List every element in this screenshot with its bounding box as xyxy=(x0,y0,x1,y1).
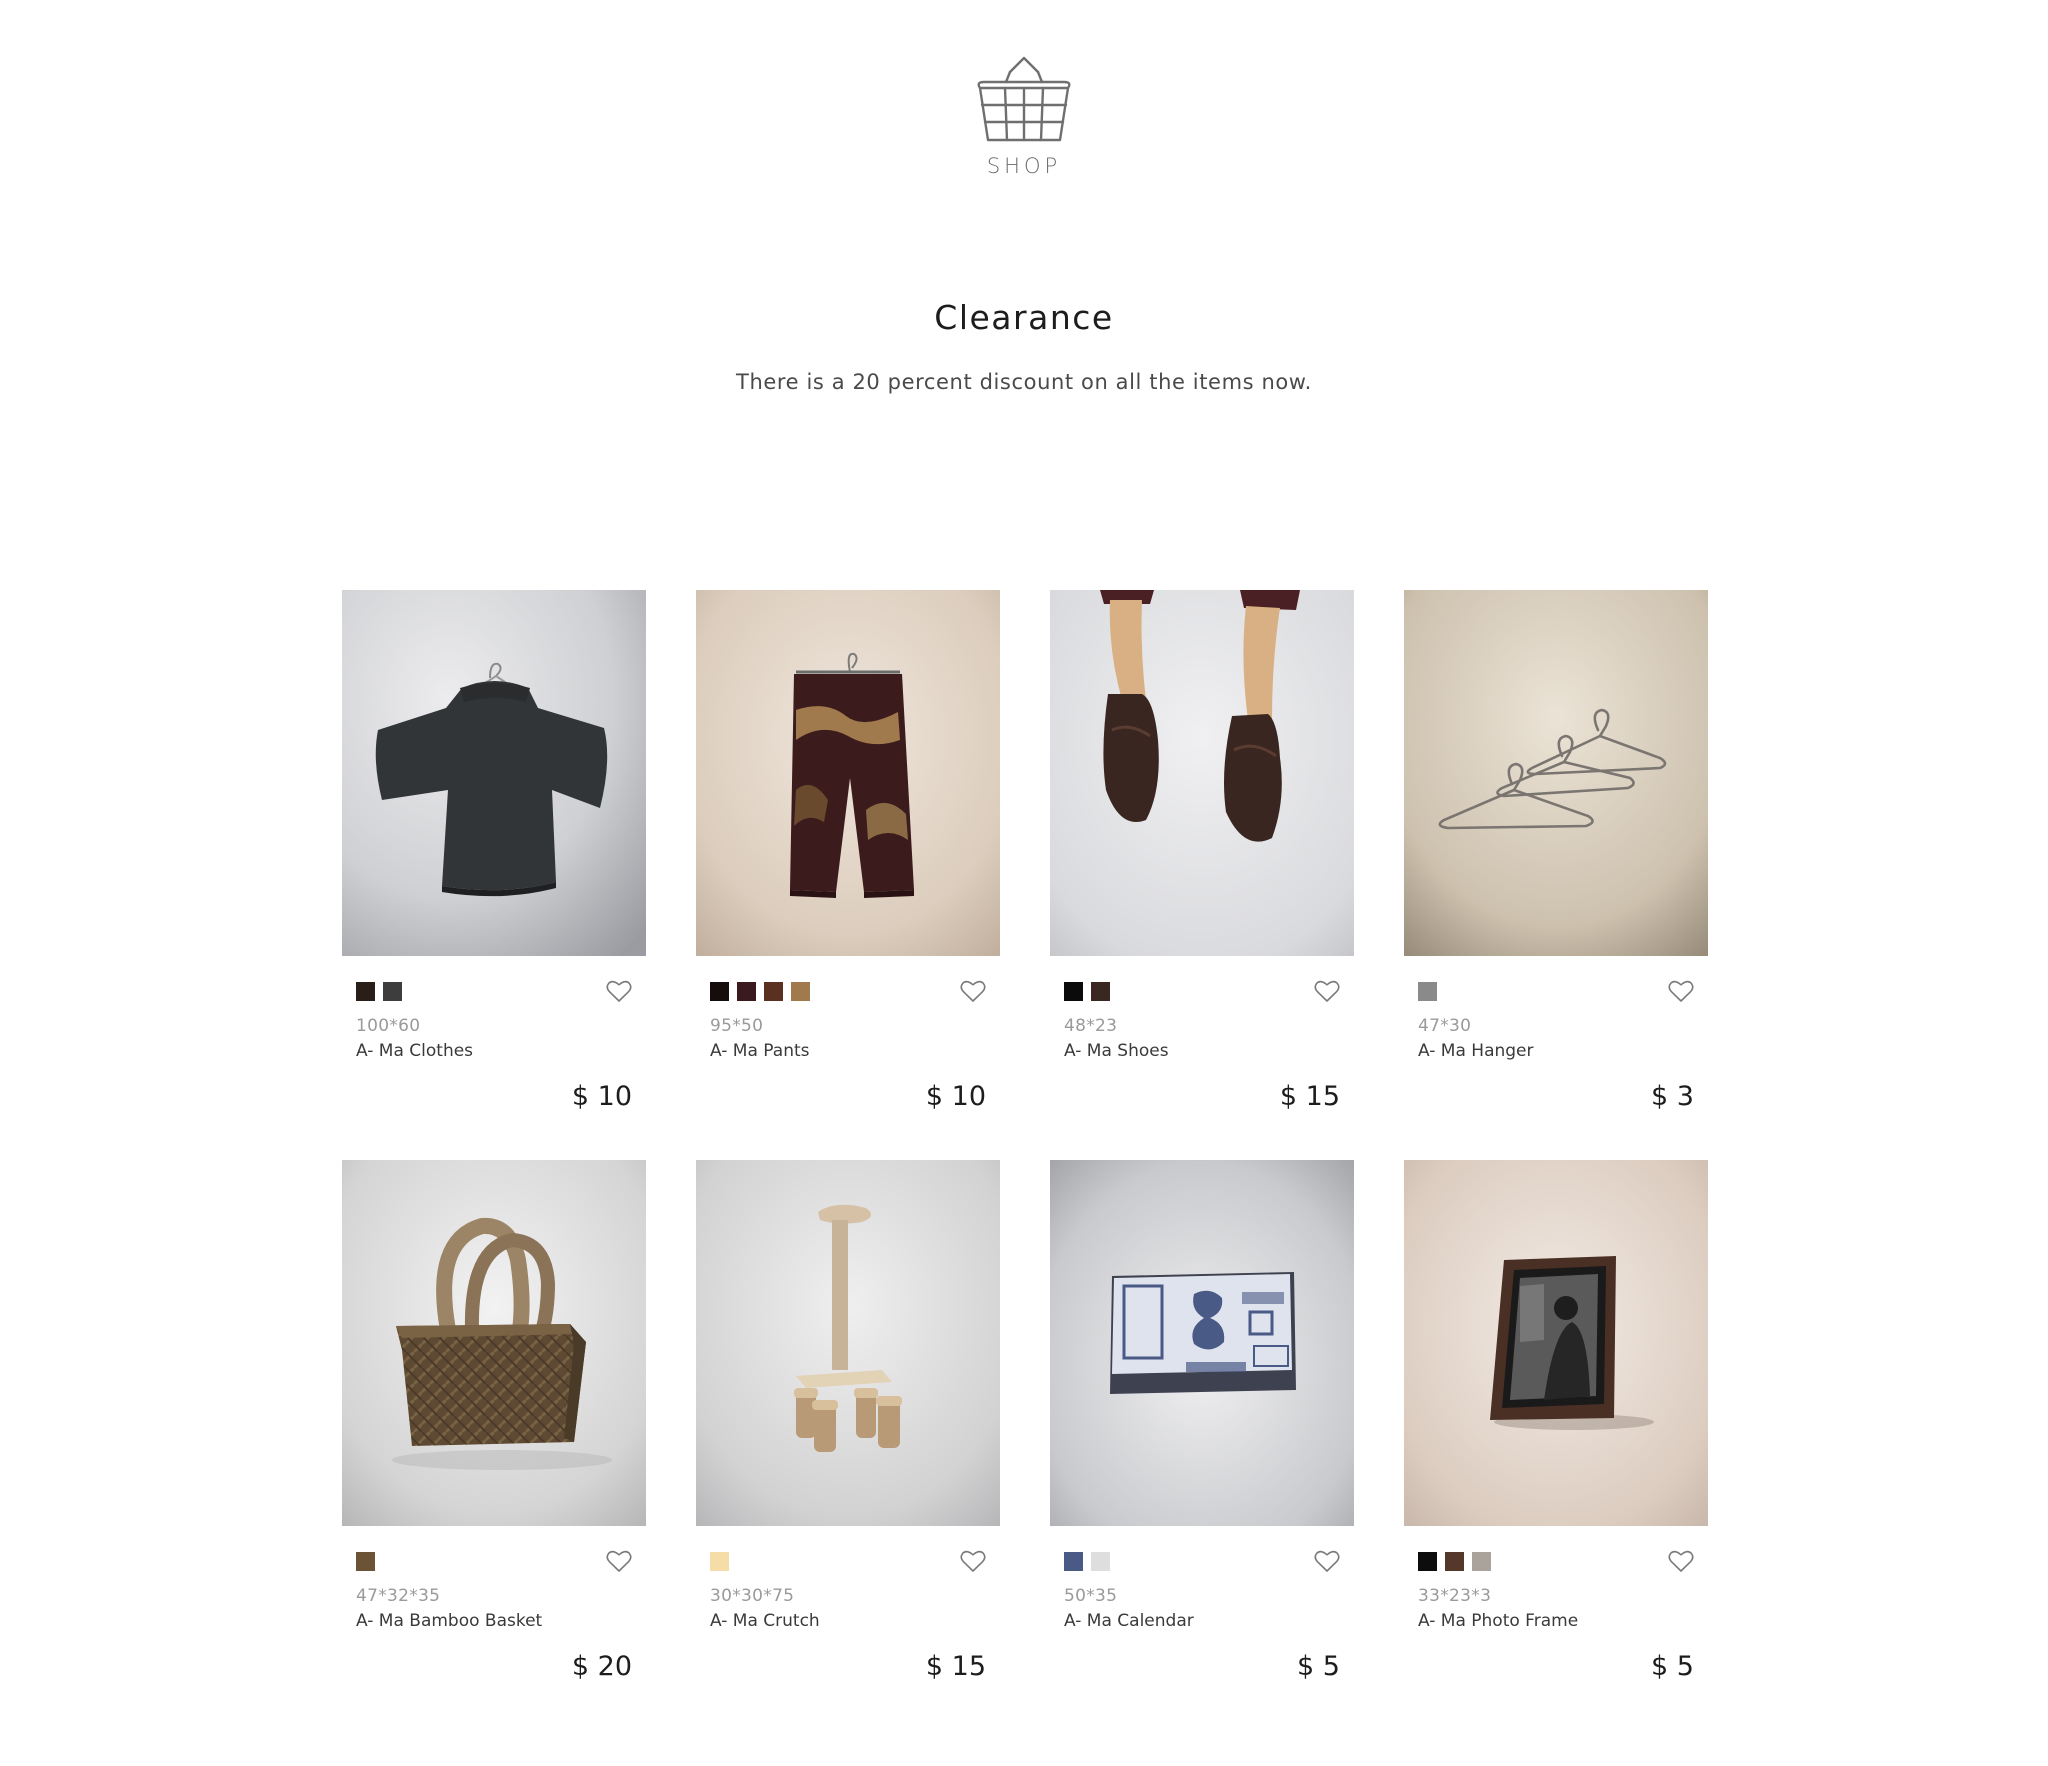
product-price: $ 10 xyxy=(571,1081,632,1112)
product-price: $ 3 xyxy=(1651,1081,1694,1112)
product-name[interactable]: A- Ma Clothes xyxy=(356,1041,473,1061)
product-image-sweater[interactable] xyxy=(342,590,646,956)
shoes-image xyxy=(1050,590,1354,956)
crutch-image xyxy=(696,1160,1000,1526)
product-dimensions: 48*23 xyxy=(1064,1016,1118,1036)
heart-icon[interactable] xyxy=(606,979,632,1003)
color-swatches xyxy=(710,982,810,1001)
product-image-shoes[interactable] xyxy=(1050,590,1354,956)
product-image-crutch[interactable] xyxy=(696,1160,1000,1526)
color-swatches xyxy=(1418,1552,1491,1571)
color-swatch[interactable] xyxy=(383,982,402,1001)
color-swatch[interactable] xyxy=(1472,1552,1491,1571)
product-card[interactable]: 100*60 A- Ma Clothes $ 10 xyxy=(342,590,646,1160)
color-swatches xyxy=(1064,982,1110,1001)
color-swatch[interactable] xyxy=(1091,1552,1110,1571)
color-swatches xyxy=(356,1552,375,1571)
calendar-image xyxy=(1050,1160,1354,1526)
color-swatches xyxy=(1064,1552,1110,1571)
shop-logo-label[interactable]: SHOP xyxy=(0,154,2048,178)
product-card[interactable]: 47*32*35 A- Ma Bamboo Basket $ 20 xyxy=(342,1160,646,1730)
product-card[interactable]: 50*35 A- Ma Calendar $ 5 xyxy=(1050,1160,1354,1730)
product-image-photo-frame[interactable] xyxy=(1404,1160,1708,1526)
product-image-pants[interactable] xyxy=(696,590,1000,956)
product-name[interactable]: A- Ma Shoes xyxy=(1064,1041,1169,1061)
color-swatches xyxy=(356,982,402,1001)
heart-icon[interactable] xyxy=(1668,979,1694,1003)
product-image-calendar[interactable] xyxy=(1050,1160,1354,1526)
product-dimensions: 100*60 xyxy=(356,1016,421,1036)
heart-icon[interactable] xyxy=(960,979,986,1003)
color-swatch[interactable] xyxy=(1064,1552,1083,1571)
shopping-basket-icon[interactable] xyxy=(974,52,1074,152)
page-subtitle: There is a 20 percent discount on all th… xyxy=(736,370,1312,394)
product-price: $ 5 xyxy=(1651,1651,1694,1682)
color-swatches xyxy=(710,1552,729,1571)
basket-image xyxy=(342,1160,646,1526)
product-name[interactable]: A- Ma Hanger xyxy=(1418,1041,1534,1061)
color-swatch[interactable] xyxy=(356,1552,375,1571)
product-price: $ 10 xyxy=(925,1081,986,1112)
color-swatch[interactable] xyxy=(791,982,810,1001)
color-swatch[interactable] xyxy=(1445,1552,1464,1571)
heart-icon[interactable] xyxy=(606,1549,632,1573)
product-price: $ 15 xyxy=(1279,1081,1340,1112)
product-price: $ 15 xyxy=(925,1651,986,1682)
product-dimensions: 50*35 xyxy=(1064,1586,1118,1606)
color-swatch[interactable] xyxy=(1091,982,1110,1001)
color-swatches xyxy=(1418,982,1437,1001)
color-swatch[interactable] xyxy=(1418,1552,1437,1571)
shop-header: SHOP xyxy=(0,52,2048,178)
product-dimensions: 30*30*75 xyxy=(710,1586,795,1606)
product-name[interactable]: A- Ma Calendar xyxy=(1064,1611,1194,1631)
hanger-image xyxy=(1404,590,1708,956)
color-swatch[interactable] xyxy=(1064,982,1083,1001)
product-name[interactable]: A- Ma Pants xyxy=(710,1041,810,1061)
heart-icon[interactable] xyxy=(1668,1549,1694,1573)
product-dimensions: 47*30 xyxy=(1418,1016,1472,1036)
product-dimensions: 33*23*3 xyxy=(1418,1586,1492,1606)
product-price: $ 20 xyxy=(571,1651,632,1682)
color-swatch[interactable] xyxy=(710,982,729,1001)
product-card[interactable]: 33*23*3 A- Ma Photo Frame $ 5 xyxy=(1404,1160,1708,1730)
product-price: $ 5 xyxy=(1297,1651,1340,1682)
product-card[interactable]: 47*30 A- Ma Hanger $ 3 xyxy=(1404,590,1708,1160)
product-grid: 100*60 A- Ma Clothes $ 10 95*50 A- Ma Pa… xyxy=(342,590,1708,1730)
product-card[interactable]: 95*50 A- Ma Pants $ 10 xyxy=(696,590,1000,1160)
product-name[interactable]: A- Ma Photo Frame xyxy=(1418,1611,1578,1631)
product-image-basket[interactable] xyxy=(342,1160,646,1526)
heart-icon[interactable] xyxy=(1314,1549,1340,1573)
product-name[interactable]: A- Ma Bamboo Basket xyxy=(356,1611,542,1631)
product-dimensions: 47*32*35 xyxy=(356,1586,441,1606)
page-title: Clearance xyxy=(934,298,1114,337)
color-swatch[interactable] xyxy=(710,1552,729,1571)
photo-frame-image xyxy=(1404,1160,1708,1526)
product-card[interactable]: 48*23 A- Ma Shoes $ 15 xyxy=(1050,590,1354,1160)
product-name[interactable]: A- Ma Crutch xyxy=(710,1611,820,1631)
color-swatch[interactable] xyxy=(1418,982,1437,1001)
color-swatch[interactable] xyxy=(764,982,783,1001)
product-card[interactable]: 30*30*75 A- Ma Crutch $ 15 xyxy=(696,1160,1000,1730)
heart-icon[interactable] xyxy=(1314,979,1340,1003)
sweater-image xyxy=(342,590,646,956)
color-swatch[interactable] xyxy=(356,982,375,1001)
color-swatch[interactable] xyxy=(737,982,756,1001)
pants-image xyxy=(696,590,1000,956)
product-image-hanger[interactable] xyxy=(1404,590,1708,956)
heart-icon[interactable] xyxy=(960,1549,986,1573)
product-dimensions: 95*50 xyxy=(710,1016,764,1036)
